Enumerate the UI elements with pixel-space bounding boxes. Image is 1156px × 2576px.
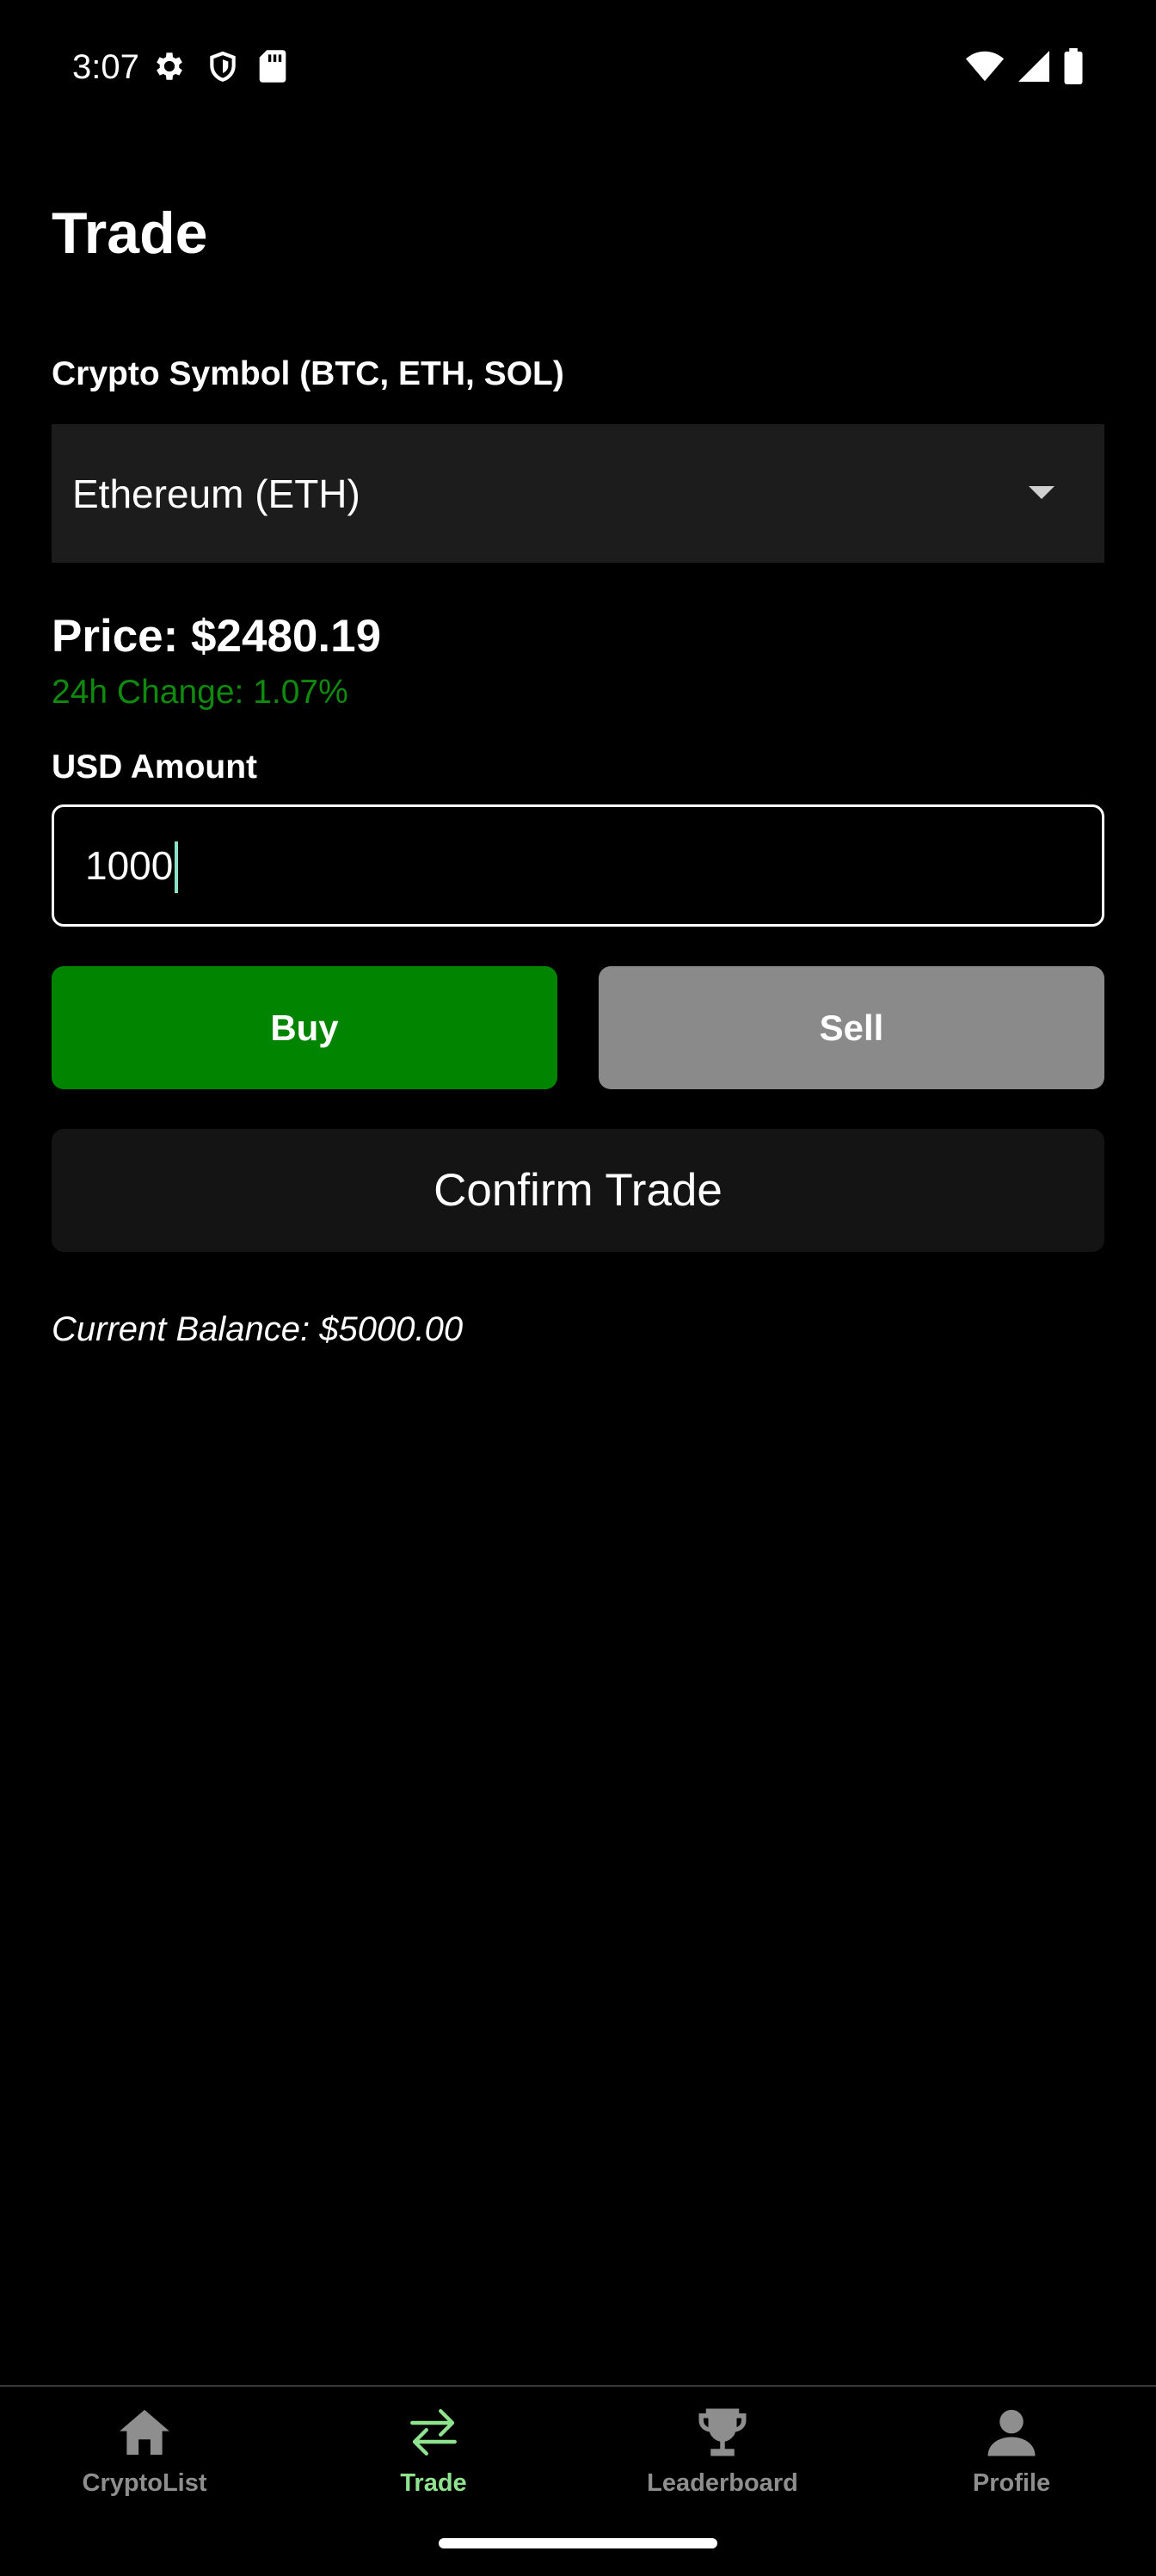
current-balance-text: Current Balance: $5000.00 (52, 1310, 464, 1348)
wifi-icon (965, 49, 1005, 83)
cell-signal-icon (1017, 49, 1051, 83)
status-time: 3:07 (72, 48, 139, 86)
sell-button[interactable]: Sell (599, 966, 1104, 1089)
status-right-icons (965, 48, 1084, 84)
price-text: Price: $2480.19 (52, 611, 382, 662)
usd-amount-label: USD Amount (52, 749, 258, 786)
crypto-symbol-label: Crypto Symbol (BTC, ETH, SOL) (52, 355, 564, 392)
sd-card-icon (258, 48, 287, 84)
home-indicator[interactable] (439, 2538, 717, 2548)
crypto-symbol-dropdown[interactable]: Ethereum (ETH) (52, 424, 1104, 563)
person-icon (983, 2404, 1040, 2461)
nav-label-profile: Profile (972, 2469, 1051, 2497)
home-icon (116, 2404, 173, 2461)
nav-label-trade: Trade (400, 2469, 467, 2497)
text-cursor (175, 841, 179, 893)
status-bar: 3:07 (0, 0, 1156, 129)
nav-label-leaderboard: Leaderboard (647, 2469, 798, 2497)
shield-icon (206, 48, 239, 84)
confirm-trade-button[interactable]: Confirm Trade (52, 1129, 1104, 1252)
swap-arrows-icon (405, 2404, 462, 2461)
settings-gear-icon (151, 48, 188, 84)
usd-amount-field-container[interactable] (52, 804, 1104, 927)
buy-button[interactable]: Buy (52, 966, 557, 1089)
change-24h-text: 24h Change: 1.07% (52, 674, 348, 711)
nav-item-profile[interactable]: Profile (867, 2404, 1156, 2524)
trophy-icon (694, 2404, 751, 2461)
dropdown-arrow-icon (1027, 484, 1056, 506)
battery-icon (1063, 48, 1084, 84)
nav-item-trade[interactable]: Trade (289, 2404, 578, 2524)
nav-label-cryptolist: CryptoList (82, 2469, 207, 2497)
nav-item-leaderboard[interactable]: Leaderboard (578, 2404, 867, 2524)
dropdown-selected-value: Ethereum (ETH) (72, 471, 360, 516)
usd-amount-input[interactable] (85, 842, 1031, 889)
page-title: Trade (52, 200, 208, 266)
status-left-icons (151, 48, 287, 84)
nav-item-cryptolist[interactable]: CryptoList (0, 2404, 289, 2524)
